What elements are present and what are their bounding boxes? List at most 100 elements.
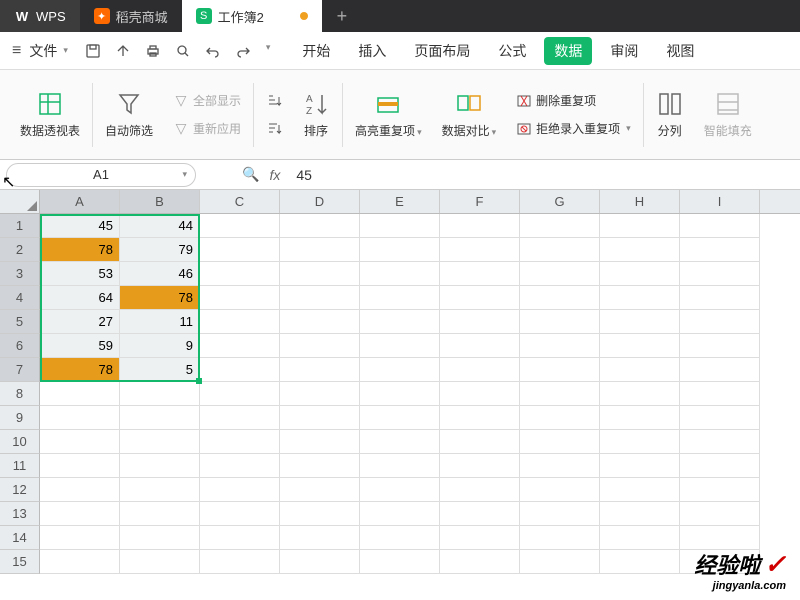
cell[interactable] — [520, 334, 600, 358]
cell[interactable] — [520, 286, 600, 310]
cell[interactable] — [440, 502, 520, 526]
cell[interactable]: 78 — [120, 286, 200, 310]
cell[interactable] — [440, 430, 520, 454]
reapply-button[interactable]: ▽ 重新应用 — [173, 117, 241, 141]
print-icon[interactable] — [144, 42, 162, 60]
cell[interactable] — [440, 238, 520, 262]
cell[interactable] — [440, 550, 520, 574]
menu-view[interactable]: 视图 — [656, 37, 704, 65]
cell[interactable]: 78 — [40, 238, 120, 262]
text-to-columns-button[interactable]: 分列 — [646, 70, 694, 159]
cell[interactable] — [520, 478, 600, 502]
row-header[interactable]: 1 — [0, 214, 40, 238]
cell[interactable] — [440, 406, 520, 430]
cell[interactable] — [280, 406, 360, 430]
cell[interactable] — [680, 502, 760, 526]
row-header[interactable]: 9 — [0, 406, 40, 430]
row-header[interactable]: 5 — [0, 310, 40, 334]
cell[interactable] — [520, 502, 600, 526]
cell[interactable] — [680, 358, 760, 382]
cell[interactable] — [600, 286, 680, 310]
cell[interactable] — [40, 502, 120, 526]
cell[interactable] — [680, 406, 760, 430]
cell[interactable] — [360, 478, 440, 502]
menu-start[interactable]: 开始 — [292, 37, 340, 65]
cell[interactable] — [600, 358, 680, 382]
smart-fill-button[interactable]: 智能填充 — [694, 70, 762, 159]
cell[interactable] — [120, 406, 200, 430]
cell[interactable] — [680, 214, 760, 238]
cell[interactable] — [40, 454, 120, 478]
cell[interactable] — [600, 406, 680, 430]
cell[interactable] — [200, 286, 280, 310]
remove-duplicates-button[interactable]: 删除重复项 — [516, 89, 631, 113]
hamburger-icon[interactable]: ≡ — [12, 42, 21, 60]
cell[interactable] — [120, 502, 200, 526]
cell[interactable] — [600, 454, 680, 478]
cell[interactable] — [200, 454, 280, 478]
fx-icon[interactable]: fx — [269, 167, 280, 183]
cell[interactable] — [200, 382, 280, 406]
cell[interactable] — [40, 406, 120, 430]
cell[interactable] — [200, 310, 280, 334]
cell[interactable] — [360, 214, 440, 238]
cell[interactable] — [680, 286, 760, 310]
cell[interactable] — [360, 238, 440, 262]
cell[interactable] — [120, 430, 200, 454]
cell[interactable]: 59 — [40, 334, 120, 358]
pivot-table-button[interactable]: 数据透视表 — [10, 70, 90, 159]
col-header-c[interactable]: C — [200, 190, 280, 213]
cell[interactable] — [440, 382, 520, 406]
cell[interactable] — [360, 310, 440, 334]
cell[interactable] — [440, 358, 520, 382]
cell[interactable] — [200, 430, 280, 454]
menu-review[interactable]: 审阅 — [600, 37, 648, 65]
cell[interactable]: 45 — [40, 214, 120, 238]
cell[interactable] — [40, 478, 120, 502]
cell[interactable] — [600, 214, 680, 238]
tab-docker-mall[interactable]: ✦ 稻壳商城 — [80, 0, 182, 32]
cell[interactable] — [520, 382, 600, 406]
cell[interactable] — [200, 502, 280, 526]
cell[interactable] — [520, 358, 600, 382]
cell[interactable]: 5 — [120, 358, 200, 382]
undo-icon[interactable] — [204, 42, 222, 60]
name-box[interactable]: A1 ▾ — [6, 163, 196, 187]
cell[interactable] — [680, 454, 760, 478]
cell[interactable] — [280, 382, 360, 406]
sort-desc-button[interactable] — [266, 117, 282, 141]
cell[interactable]: 11 — [120, 310, 200, 334]
cell[interactable] — [280, 478, 360, 502]
row-header[interactable]: 13 — [0, 502, 40, 526]
cell[interactable] — [360, 382, 440, 406]
cell[interactable]: 53 — [40, 262, 120, 286]
tab-workbook[interactable]: S 工作簿2 — [182, 0, 322, 32]
col-header-d[interactable]: D — [280, 190, 360, 213]
cell[interactable] — [280, 502, 360, 526]
cell[interactable] — [600, 502, 680, 526]
data-compare-button[interactable]: 数据对比▾ — [432, 70, 507, 159]
select-all-corner[interactable] — [0, 190, 40, 213]
row-header[interactable]: 8 — [0, 382, 40, 406]
cell[interactable] — [40, 430, 120, 454]
tab-wps-home[interactable]: W WPS — [0, 0, 80, 32]
cell[interactable] — [200, 334, 280, 358]
cell[interactable] — [440, 454, 520, 478]
menu-data[interactable]: 数据 — [544, 37, 592, 65]
search-icon[interactable]: 🔍 — [242, 166, 259, 183]
file-menu[interactable]: 文件 ▾ — [29, 41, 68, 61]
cell[interactable] — [600, 262, 680, 286]
show-all-button[interactable]: ▽ 全部显示 — [173, 89, 241, 113]
cell[interactable] — [520, 526, 600, 550]
reject-duplicates-button[interactable]: 拒绝录入重复项▾ — [516, 117, 631, 141]
cell[interactable] — [200, 526, 280, 550]
cell[interactable] — [360, 358, 440, 382]
save-icon[interactable] — [84, 42, 102, 60]
cell[interactable] — [440, 262, 520, 286]
cell[interactable] — [520, 310, 600, 334]
cell[interactable] — [600, 478, 680, 502]
cell[interactable] — [200, 358, 280, 382]
cell[interactable] — [200, 238, 280, 262]
cell[interactable] — [520, 238, 600, 262]
col-header-h[interactable]: H — [600, 190, 680, 213]
